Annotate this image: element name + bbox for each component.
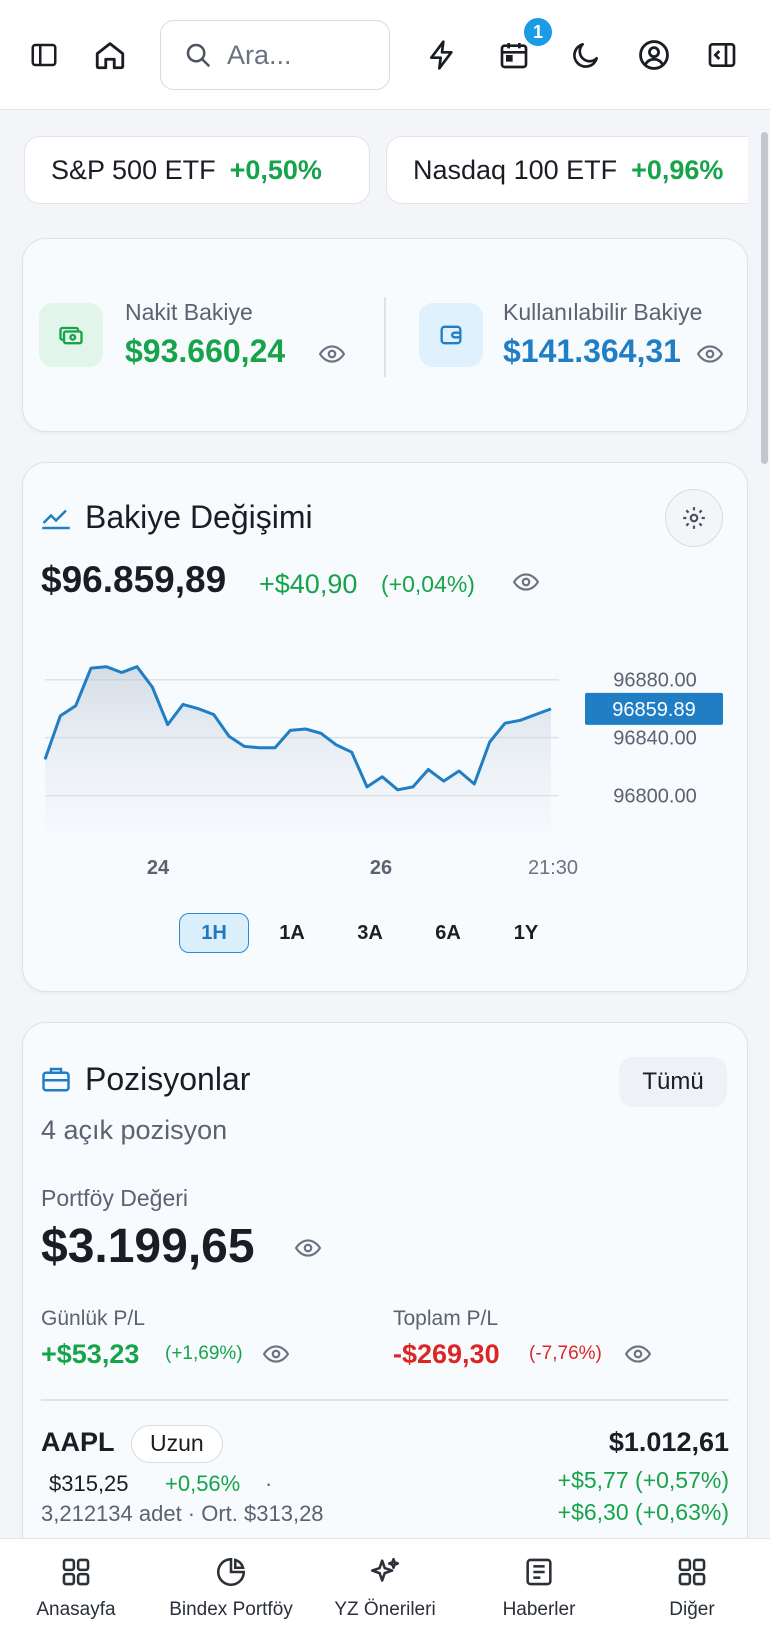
ticker-change: +0,50% bbox=[229, 154, 322, 185]
position-details: 3,212134 adet · Ort. $313,28 bbox=[41, 1501, 324, 1526]
search-placeholder: Ara... bbox=[227, 39, 292, 70]
total-pl-value: -$269,30 bbox=[393, 1339, 500, 1369]
lightning-icon[interactable] bbox=[422, 35, 462, 75]
wallet-icon bbox=[419, 303, 483, 367]
nav-home[interactable]: Anasayfa bbox=[26, 1539, 126, 1638]
range-button-1h[interactable]: 1H bbox=[179, 913, 249, 953]
cash-balance-label: Nakit Bakiye bbox=[125, 299, 253, 325]
positions-title: Pozisyonlar bbox=[85, 1061, 251, 1097]
user-profile-icon[interactable] bbox=[634, 35, 674, 75]
nav-news[interactable]: Haberler bbox=[486, 1539, 592, 1638]
nav-label: Haberler bbox=[502, 1599, 576, 1620]
nav-label: Diğer bbox=[669, 1599, 715, 1620]
total-pl-percent: (-7,76%) bbox=[529, 1343, 602, 1364]
range-button-3a[interactable]: 3A bbox=[335, 913, 405, 953]
top-bar: Ara... 1 bbox=[0, 0, 770, 110]
bottom-navigation: Anasayfa Bindex Portföy YZ Önerileri Hab… bbox=[0, 1538, 770, 1638]
daily-pl-percent: (+1,69%) bbox=[165, 1343, 243, 1364]
y-tick-label: 96800.00 bbox=[613, 786, 696, 808]
briefcase-icon bbox=[42, 1067, 70, 1092]
nav-label: Anasayfa bbox=[36, 1599, 116, 1620]
separator: · bbox=[265, 1471, 273, 1496]
nav-bindex-portfolio[interactable]: Bindex Portföy bbox=[158, 1539, 304, 1638]
eye-icon[interactable] bbox=[625, 1345, 651, 1363]
scrollbar-thumb[interactable] bbox=[761, 132, 768, 464]
portfolio-value-label: Portföy Değeri bbox=[41, 1185, 189, 1211]
newspaper-icon bbox=[526, 1558, 552, 1586]
ticker-name: Nasdaq 100 ETF bbox=[413, 154, 618, 185]
balance-card: Nakit Bakiye $93.660,24 Kullanılabilir B… bbox=[22, 238, 748, 432]
positions-subtitle: 4 açık pozisyon bbox=[41, 1115, 228, 1145]
cash-balance-value: $93.660,24 bbox=[125, 333, 286, 369]
chart-area bbox=[45, 666, 551, 833]
total-pl-label: Toplam P/L bbox=[393, 1307, 499, 1330]
daily-pl-value: +$53,23 bbox=[41, 1339, 140, 1369]
sparkles-icon bbox=[370, 1557, 400, 1582]
positions-card: Pozisyonlar Tümü 4 açık pozisyon Portföy… bbox=[22, 1022, 748, 1582]
available-balance-value: $141.364,31 bbox=[503, 333, 681, 369]
range-button-6a[interactable]: 6A bbox=[413, 913, 483, 953]
x-tick-label: 26 bbox=[370, 857, 392, 879]
divider bbox=[41, 1399, 729, 1401]
dark-mode-icon[interactable] bbox=[566, 35, 606, 75]
grid-icon bbox=[62, 1558, 90, 1586]
collapse-panel-icon[interactable] bbox=[702, 35, 742, 75]
available-balance-label: Kullanılabilir Bakiye bbox=[503, 299, 703, 325]
pie-chart-icon bbox=[216, 1557, 246, 1587]
portfolio-value: $3.199,65 bbox=[41, 1220, 255, 1273]
home-icon[interactable] bbox=[90, 35, 130, 75]
sidebar-toggle-icon[interactable] bbox=[24, 35, 64, 75]
search-input[interactable]: Ara... bbox=[160, 20, 390, 90]
nav-ai-suggestions[interactable]: YZ Önerileri bbox=[318, 1539, 452, 1638]
search-icon bbox=[186, 43, 211, 68]
range-button-1a[interactable]: 1A bbox=[257, 913, 327, 953]
balance-change-card: Bakiye Değişimi $96.859,89 +$40,90 (+0,0… bbox=[22, 462, 748, 992]
x-tick-label: 24 bbox=[147, 857, 170, 879]
ticker-change: +0,96% bbox=[631, 154, 724, 185]
nav-label: YZ Önerileri bbox=[334, 1599, 436, 1620]
position-price-change: +0,56% bbox=[165, 1471, 241, 1496]
position-pl-daily: +$5,77 (+0,57%) bbox=[557, 1467, 729, 1493]
y-tick-label: 96840.00 bbox=[613, 728, 696, 750]
eye-icon[interactable] bbox=[319, 345, 345, 363]
x-tick-label: 21:30 bbox=[528, 857, 578, 879]
nav-more[interactable]: Diğer bbox=[644, 1539, 740, 1638]
daily-pl-label: Günlük P/L bbox=[41, 1307, 145, 1330]
eye-icon[interactable] bbox=[697, 345, 723, 363]
balance-line-chart[interactable]: 96880.00 96840.00 96800.00 96859.89 24 26 21:3… bbox=[23, 463, 749, 903]
position-value: $1.012,61 bbox=[608, 1427, 729, 1457]
position-side-badge: Uzun bbox=[131, 1425, 223, 1463]
eye-icon[interactable] bbox=[263, 1345, 289, 1363]
ticker-sp500[interactable]: S&P 500 ETF +0,50% bbox=[24, 136, 370, 204]
position-symbol: AAPL bbox=[41, 1427, 115, 1457]
divider bbox=[384, 297, 386, 377]
cash-icon bbox=[39, 303, 103, 367]
nav-label: Bindex Portföy bbox=[169, 1599, 293, 1620]
current-value-label: 96859.89 bbox=[612, 699, 695, 721]
ticker-nasdaq100[interactable]: Nasdaq 100 ETF +0,96% bbox=[386, 136, 748, 204]
notification-badge: 1 bbox=[522, 16, 554, 48]
range-button-1y[interactable]: 1Y bbox=[491, 913, 561, 953]
eye-icon[interactable] bbox=[295, 1239, 321, 1257]
y-tick-label: 96880.00 bbox=[613, 670, 696, 692]
grid-icon bbox=[678, 1558, 706, 1586]
ticker-name: S&P 500 ETF bbox=[51, 154, 216, 185]
all-positions-button[interactable]: Tümü bbox=[619, 1057, 727, 1107]
position-pl-total: +$6,30 (+0,63%) bbox=[557, 1499, 729, 1525]
position-price: $315,25 bbox=[49, 1471, 129, 1496]
